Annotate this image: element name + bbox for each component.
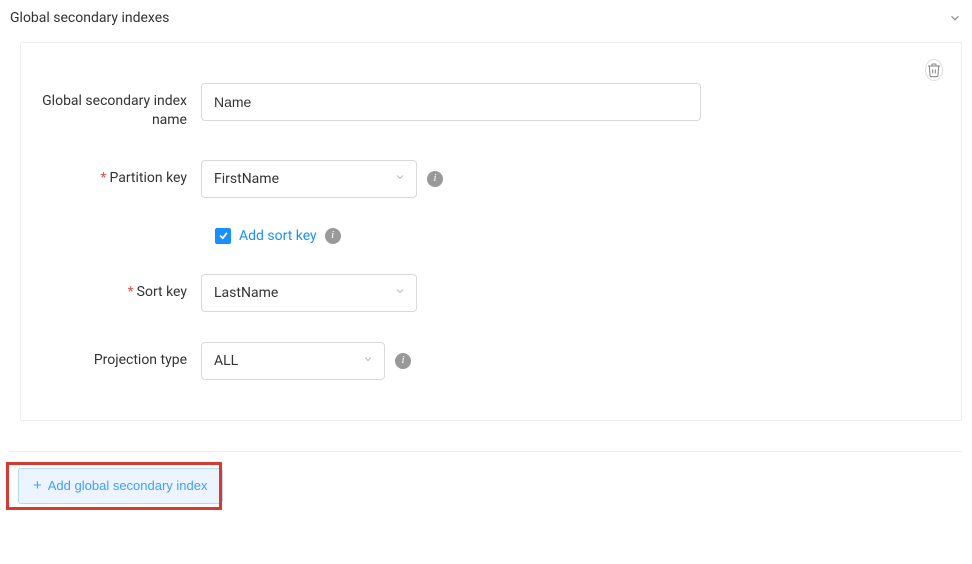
add-gsi-button-label: Add global secondary index	[48, 478, 208, 493]
add-sort-key-checkbox[interactable]	[215, 228, 231, 244]
info-icon[interactable]: i	[325, 228, 341, 244]
projection-type-label: Projection type	[41, 342, 201, 370]
plus-icon: +	[33, 478, 42, 493]
partition-key-select[interactable]: FirstName	[201, 160, 417, 198]
chevron-down-icon	[394, 285, 406, 301]
divider	[10, 451, 962, 452]
section-title: Global secondary indexes	[10, 10, 169, 26]
chevron-down-icon	[394, 171, 406, 187]
projection-type-value: ALL	[214, 353, 238, 369]
sort-key-label: *Sort key	[41, 274, 201, 302]
index-name-label: Global secondary index name	[41, 83, 201, 130]
index-name-input[interactable]	[201, 83, 701, 121]
sort-key-value: LastName	[214, 285, 278, 301]
add-sort-key-label[interactable]: Add sort key	[239, 228, 317, 244]
chevron-down-icon	[362, 353, 374, 369]
sort-key-select[interactable]: LastName	[201, 274, 417, 312]
partition-key-label: *Partition key	[41, 160, 201, 188]
partition-key-value: FirstName	[214, 171, 279, 187]
info-icon[interactable]: i	[395, 353, 411, 369]
delete-index-button[interactable]	[925, 61, 943, 79]
projection-type-select[interactable]: ALL	[201, 342, 385, 380]
add-gsi-button[interactable]: + Add global secondary index	[18, 468, 223, 504]
check-icon	[218, 230, 229, 241]
index-config-card: Global secondary index name *Partition k…	[20, 42, 962, 421]
trash-icon	[926, 62, 942, 78]
info-icon[interactable]: i	[427, 171, 443, 187]
chevron-down-icon[interactable]	[948, 11, 962, 25]
